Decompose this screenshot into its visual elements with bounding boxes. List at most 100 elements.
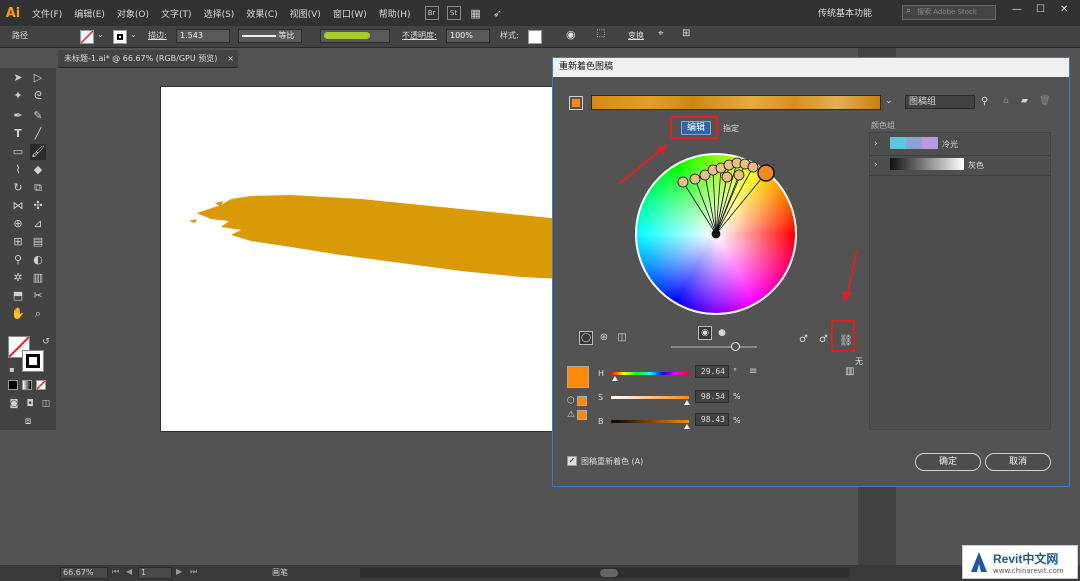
maximize-button[interactable]: ☐ (1036, 4, 1045, 15)
brightness-slider-thumb[interactable] (684, 424, 690, 429)
gradient-mode-button[interactable] (22, 380, 32, 390)
magic-wand-tool-icon[interactable]: ✦ (10, 88, 26, 104)
new-group-folder-icon[interactable]: ▰ (1021, 96, 1028, 106)
next-artboard-icon[interactable]: ▶ (176, 567, 182, 576)
color-group-name[interactable]: 冷光 (942, 139, 958, 150)
saturation-field[interactable]: 98.54 (695, 390, 729, 403)
out-of-web-warning-icon[interactable]: ⬡ (567, 396, 575, 406)
stroke-weight-field[interactable]: 1.543 (176, 29, 230, 43)
rotate-tool-icon[interactable]: ↻ (10, 180, 26, 196)
symbol-sprayer-tool-icon[interactable]: ✲ (10, 270, 26, 286)
shaper-tool-icon[interactable]: ⌇ (10, 162, 26, 178)
menu-item-7[interactable]: 窗口(W) (327, 7, 373, 20)
add-color-tool-icon[interactable]: ♂ (799, 334, 808, 345)
rectangle-tool-icon[interactable]: ▭ (10, 144, 26, 160)
minimize-button[interactable]: — (1012, 4, 1022, 15)
lasso-tool-icon[interactable]: ᘓ (30, 88, 46, 104)
chevron-down-icon[interactable]: ⌄ (97, 30, 104, 39)
stroke-label[interactable]: 描边: (148, 30, 167, 41)
saturation-slider-thumb[interactable] (684, 400, 690, 405)
first-artboard-icon[interactable]: ⏮ (112, 567, 119, 577)
close-icon[interactable]: × (227, 50, 234, 68)
workspace-switcher[interactable]: 传统基本功能 (818, 6, 872, 19)
selection-tool-icon[interactable]: ➤ (10, 70, 26, 86)
menu-item-0[interactable]: 文件(F) (26, 7, 68, 20)
bridge-icon[interactable]: Br (424, 6, 439, 20)
brightness-value-slider[interactable] (611, 420, 689, 423)
color-mode-button[interactable] (8, 380, 18, 390)
gpu-rocket-icon[interactable]: ➶ (491, 6, 505, 20)
stock-search-input[interactable]: 搜索 Adobe Stock (902, 5, 996, 20)
tab-assign[interactable]: 指定 (723, 123, 739, 134)
stroke-color-box[interactable] (22, 350, 44, 372)
menu-item-2[interactable]: 对象(O) (111, 7, 155, 20)
width-tool-icon[interactable]: ⋈ (10, 198, 26, 214)
expand-chevron-icon[interactable]: › (874, 139, 878, 149)
recolor-artwork-checkbox[interactable]: ✓ (567, 456, 577, 466)
menu-item-3[interactable]: 文字(T) (155, 7, 198, 20)
stroke-profile-select[interactable]: 等比 (238, 29, 302, 43)
segmented-wheel-icon[interactable]: ⊛ (597, 331, 611, 345)
arrange-documents-icon[interactable]: ▦ (469, 6, 483, 20)
document-tab[interactable]: 未标题-1.ai* @ 66.67% (RGB/GPU 预览) × (58, 50, 238, 68)
eyedropper-tool-icon[interactable]: ⚲ (10, 252, 26, 268)
brightness-slider[interactable] (671, 342, 757, 351)
ok-button[interactable]: 确定 (915, 453, 981, 471)
color-group-name[interactable]: 灰色 (968, 160, 984, 171)
menu-item-5[interactable]: 效果(C) (240, 7, 283, 20)
artboard-number-field[interactable]: 1 (138, 567, 172, 579)
slice-tool-icon[interactable]: ✂ (30, 288, 46, 304)
close-button[interactable]: ✕ (1060, 4, 1068, 15)
slider-handle[interactable] (731, 342, 740, 351)
menu-item-8[interactable]: 帮助(H) (373, 7, 417, 20)
opacity-label[interactable]: 不透明度: (402, 30, 437, 41)
stroke-swatch[interactable] (113, 30, 127, 44)
horizontal-scrollbar[interactable] (360, 568, 850, 578)
hand-tool-icon[interactable]: ✋ (10, 306, 26, 322)
hue-field[interactable]: 29.64 (695, 365, 729, 378)
color-wheel-markers[interactable] (635, 153, 797, 315)
in-gamut-color-swatch[interactable] (577, 410, 587, 420)
isolate-icon[interactable]: ⌖ (658, 28, 664, 39)
draw-behind-icon[interactable]: ◘ (22, 396, 38, 412)
menu-lines-icon[interactable]: ≡ (749, 366, 757, 377)
save-changes-icon[interactable]: ⌂ (1003, 96, 1009, 106)
opacity-field[interactable]: 100% (446, 29, 490, 43)
expand-chevron-icon[interactable]: › (874, 160, 878, 170)
recolor-artwork-checkbox-label[interactable]: 图稿重新着色 (A) (581, 456, 643, 467)
remove-color-tool-icon[interactable]: ♂ (819, 334, 828, 345)
transform-link[interactable]: 变换 (628, 30, 644, 41)
current-tool-label[interactable]: 画笔 (272, 567, 288, 578)
zoom-tool-icon[interactable]: ⌕ (30, 306, 46, 322)
type-tool-icon[interactable]: T (10, 126, 26, 142)
color-group-swatches[interactable] (890, 158, 964, 170)
group-name-field[interactable]: 图稿组 (905, 95, 975, 109)
artboard[interactable] (160, 86, 560, 432)
menu-item-1[interactable]: 编辑(E) (68, 7, 111, 20)
blend-tool-icon[interactable]: ◐ (30, 252, 46, 268)
color-group-strip[interactable] (591, 95, 881, 110)
brush-stroke-artwork[interactable] (161, 87, 560, 432)
swap-fill-stroke-icon[interactable]: ↺ (38, 334, 54, 350)
eyedropper-icon[interactable]: ⚲ (981, 96, 988, 107)
screen-mode-icon[interactable]: ⧈ (20, 414, 36, 430)
direct-selection-tool-icon[interactable]: ▷ (30, 70, 46, 86)
paintbrush-tool-icon[interactable]: 🖌 (30, 144, 46, 160)
shape-builder-tool-icon[interactable]: ⊕ (10, 216, 26, 232)
color-bars-icon[interactable]: ◫ (615, 331, 629, 345)
draw-normal-icon[interactable]: ◙ (6, 396, 22, 412)
curvature-tool-icon[interactable]: ✎ (30, 108, 46, 124)
pen-tool-icon[interactable]: ✒ (10, 108, 26, 124)
eraser-tool-icon[interactable]: ◆ (30, 162, 46, 178)
cancel-button[interactable]: 取消 (985, 453, 1051, 471)
brush-definition-select[interactable] (320, 29, 390, 43)
menu-item-6[interactable]: 视图(V) (284, 7, 327, 20)
graphic-style-swatch[interactable] (528, 30, 542, 44)
previous-artboard-icon[interactable]: ◀ (126, 567, 132, 576)
column-graph-tool-icon[interactable]: ▥ (30, 270, 46, 286)
saturation-slider[interactable] (611, 396, 689, 399)
draw-inside-icon[interactable]: ◫ (38, 396, 54, 412)
delete-icon[interactable]: 🗑 (1039, 96, 1050, 106)
color-group-swatches[interactable] (890, 137, 938, 149)
scrollbar-thumb[interactable] (600, 569, 618, 577)
